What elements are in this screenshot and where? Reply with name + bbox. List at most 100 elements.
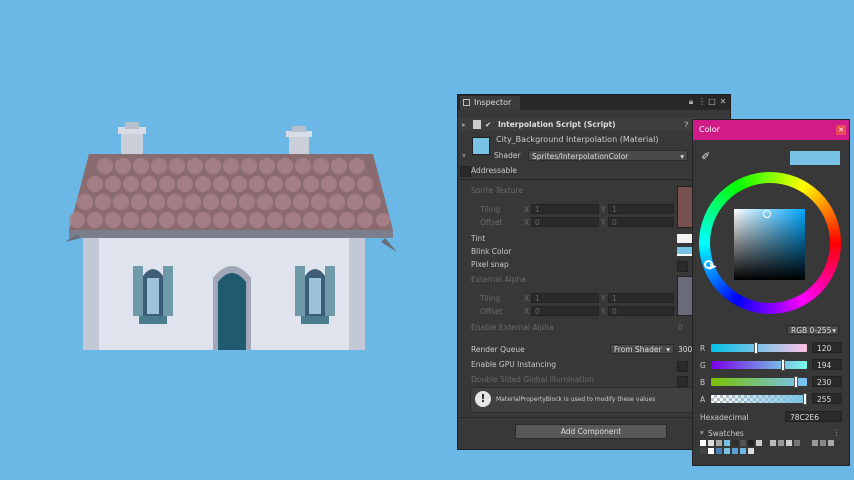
swatch[interactable] [732, 448, 738, 454]
inspector-tab-label: Inspector [474, 98, 512, 107]
g-value-field[interactable]: 194 [812, 359, 842, 370]
script-enabled-checkbox[interactable]: ✔ [485, 118, 491, 131]
swatch[interactable] [740, 440, 746, 446]
swatch[interactable] [724, 440, 730, 446]
swatch[interactable] [770, 440, 776, 446]
add-component-button[interactable]: Add Component [515, 424, 667, 439]
swatch[interactable] [708, 440, 714, 446]
alpha-offset-y-field[interactable]: 0 [608, 306, 674, 316]
swatch[interactable] [786, 440, 792, 446]
enable-external-alpha-label: Enable External Alpha [471, 323, 554, 332]
divider [458, 179, 730, 180]
tint-color-field[interactable] [677, 234, 693, 243]
swatch[interactable] [820, 440, 826, 446]
pixel-snap-checkbox[interactable] [677, 261, 688, 272]
alpha-tiling-y-field[interactable]: 1 [608, 293, 674, 303]
swatch[interactable] [794, 440, 800, 446]
gpu-instancing-checkbox[interactable] [677, 361, 688, 372]
double-sided-gi-checkbox[interactable] [677, 376, 688, 387]
swatch[interactable] [756, 440, 762, 446]
tiling-x-field[interactable]: 1 [531, 204, 599, 214]
inspector-tab-icon [463, 99, 470, 106]
tiling-y-field[interactable]: 1 [608, 204, 674, 214]
swatches-foldout-icon[interactable]: ▾ [700, 428, 704, 437]
mouse-cursor-icon: ➤ [708, 260, 718, 273]
dropdown-arrow-icon: ▾ [666, 345, 670, 354]
a-value-field[interactable]: 255 [812, 393, 842, 404]
maximize-icon[interactable]: □ [708, 97, 716, 106]
offset-y-label: Y [601, 218, 606, 227]
blink-color-field[interactable] [677, 247, 693, 256]
b-value-field[interactable]: 230 [812, 376, 842, 387]
shader-dropdown[interactable]: Sprites/InterpolationColor ▾ [528, 150, 688, 161]
blink-color-label: Blink Color [471, 247, 512, 256]
swatch[interactable] [740, 448, 746, 454]
render-queue-dropdown[interactable]: From Shader ▾ [610, 344, 674, 354]
offset-x-field[interactable]: 0 [531, 217, 599, 227]
alpha-offset-x-field[interactable]: 0 [531, 306, 599, 316]
offset-y-field[interactable]: 0 [608, 217, 674, 227]
swatch[interactable] [778, 440, 784, 446]
r-slider[interactable] [711, 342, 807, 354]
g-slider[interactable] [711, 359, 807, 371]
swatch[interactable] [724, 448, 730, 454]
inspector-tab-bar: Inspector 🔒︎ ⋮ □ ✕ [458, 95, 730, 110]
divider [458, 417, 730, 418]
a-slider-handle[interactable] [803, 393, 807, 405]
swatch[interactable] [732, 440, 738, 446]
g-slider-handle[interactable] [781, 359, 785, 371]
a-slider[interactable] [711, 393, 807, 405]
enable-external-alpha-value[interactable]: 0 [678, 323, 683, 332]
sv-cursor[interactable] [763, 210, 771, 218]
r-slider-handle[interactable] [754, 342, 758, 354]
render-queue-dropdown-value: From Shader [614, 345, 662, 354]
tint-label: Tint [471, 234, 486, 243]
b-slider-handle[interactable] [794, 376, 798, 388]
swatch[interactable] [748, 448, 754, 454]
pixel-snap-label: Pixel snap [471, 260, 509, 269]
color-mode-value: RGB 0-255 [791, 326, 832, 335]
tab-inspector[interactable]: Inspector [460, 96, 520, 110]
addressable-checkbox[interactable] [460, 166, 471, 177]
r-value-field[interactable]: 120 [812, 342, 842, 353]
info-icon: ! [475, 391, 491, 407]
swatch[interactable] [716, 440, 722, 446]
color-mode-dropdown[interactable]: RGB 0-255 ▾ [787, 325, 839, 335]
swatch[interactable] [700, 440, 706, 446]
swatch[interactable] [708, 448, 714, 454]
external-alpha-label: External Alpha [471, 275, 526, 284]
color-window-title-bar[interactable]: Color ✕ [693, 120, 849, 140]
swatch[interactable] [716, 448, 722, 454]
hex-value-field[interactable]: 78C2E6 [785, 411, 842, 422]
swatch[interactable] [812, 440, 818, 446]
alpha-tiling-label: Tiling [480, 294, 501, 303]
add-component-label: Add Component [560, 427, 622, 436]
swatch[interactable] [748, 440, 754, 446]
tiling-y-label: Y [601, 205, 606, 214]
b-slider[interactable] [711, 376, 807, 388]
house-illustration [65, 122, 397, 350]
material-color-preview[interactable] [472, 137, 490, 155]
dropdown-arrow-icon: ▾ [680, 152, 684, 161]
saturation-value-square[interactable] [734, 209, 805, 280]
render-queue-value[interactable]: 300 [678, 345, 692, 354]
addressable-row: Addressable [458, 164, 730, 177]
foldout-arrow-icon[interactable]: ▸ [462, 118, 466, 131]
collapse-arrow-icon[interactable]: ▾ [462, 151, 466, 160]
help-icon[interactable]: ❓︎ [684, 118, 689, 131]
right-chimney [289, 134, 309, 156]
swatch[interactable] [828, 440, 834, 446]
alpha-tiling-x-label: X [524, 294, 530, 303]
kebab-menu-icon[interactable]: ⋮ [698, 97, 706, 106]
script-component-header[interactable]: ▸ ✔ Interpolation Script (Script) ❓︎ ⋮ [458, 118, 730, 131]
eyedropper-icon[interactable]: ✐ [701, 150, 710, 163]
addressable-label: Addressable [471, 166, 517, 175]
close-icon[interactable]: ✕ [719, 97, 727, 106]
swatch[interactable] [700, 448, 706, 454]
swatches-menu-icon[interactable]: ⋮ [833, 428, 841, 437]
alpha-offset-label: Offset [480, 307, 503, 316]
color-window-close-button[interactable]: ✕ [836, 125, 846, 135]
shader-label: Shader [494, 151, 521, 160]
alpha-tiling-x-field[interactable]: 1 [531, 293, 599, 303]
lock-icon[interactable]: 🔒︎ [687, 97, 695, 106]
